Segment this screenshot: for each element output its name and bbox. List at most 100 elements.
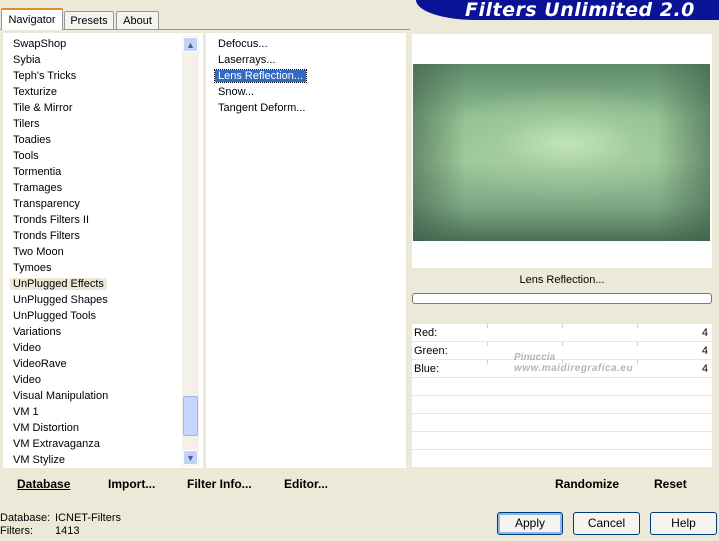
param-slider-tick (487, 342, 488, 346)
app-title: Filters Unlimited 2.0 (465, 0, 695, 21)
category-item-label: Tilers (13, 118, 40, 130)
category-item-label: UnPlugged Effects (10, 278, 107, 290)
filter-item[interactable]: Tangent Deform... (218, 100, 305, 116)
category-item-label: VideoRave (13, 358, 67, 370)
param-label: Blue: (414, 363, 440, 375)
param-label: Green: (414, 345, 448, 357)
category-item[interactable]: VM 1 (13, 404, 39, 420)
param-label: Red: (414, 327, 438, 339)
category-item[interactable]: Texturize (13, 84, 57, 100)
category-item[interactable]: Transparency (13, 196, 80, 212)
category-item[interactable]: Tymoes (13, 260, 52, 276)
scroll-down-icon[interactable]: ▼ (183, 450, 198, 465)
empty-param-row (412, 432, 712, 450)
param-value: 4 (701, 363, 708, 375)
tab-about[interactable]: About (116, 11, 159, 29)
category-item-label: Tormentia (13, 166, 62, 178)
editor-button[interactable]: Editor... (284, 476, 328, 492)
category-item[interactable]: UnPlugged Effects (10, 276, 107, 292)
param-row[interactable]: Red: 4 (412, 324, 712, 342)
category-item-label: Sybia (13, 54, 41, 66)
tab-presets[interactable]: Presets (64, 11, 114, 29)
category-scrollbar[interactable]: ▲ ▼ (182, 36, 199, 466)
watermark-url: www.maidiregrafica.eu (514, 363, 634, 374)
filter-list[interactable]: Defocus... Laserrays... Lens Reflection...… (206, 33, 406, 468)
filter-item-label: Defocus... (218, 38, 268, 50)
category-item[interactable]: Variations (13, 324, 61, 340)
category-item[interactable]: Toadies (13, 132, 51, 148)
category-item-label: UnPlugged Shapes (13, 294, 108, 306)
empty-param-row (412, 396, 712, 414)
category-item[interactable]: Tronds Filters II (13, 212, 89, 228)
progress-bar (412, 293, 712, 304)
filter-item-label: Laserrays... (218, 54, 276, 66)
cancel-button[interactable]: Cancel (573, 512, 640, 535)
param-value: 4 (701, 327, 708, 339)
param-slider-tick (637, 324, 638, 328)
status-database-value: ICNET-Filters (55, 512, 121, 524)
randomize-button[interactable]: Randomize (555, 476, 619, 492)
tab-navigator[interactable]: Navigator (1, 8, 63, 30)
category-item[interactable]: VM Extravaganza (13, 436, 100, 452)
category-item[interactable]: UnPlugged Tools (13, 308, 96, 324)
category-item-label: Variations (13, 326, 62, 338)
filter-item-label: Snow... (218, 86, 255, 98)
reset-button-label: Reset (654, 477, 687, 491)
category-item-label: UnPlugged Tools (13, 310, 96, 322)
watermark: Pinuccia www.maidiregrafica.eu (478, 352, 633, 374)
category-item[interactable]: Video (13, 372, 41, 388)
help-button[interactable]: Help (650, 512, 717, 535)
import-button[interactable]: Import... (108, 476, 155, 492)
filter-item[interactable]: Snow... (218, 84, 254, 100)
category-item[interactable]: Teph's Tricks (13, 68, 76, 84)
category-item-label: Tramages (13, 182, 63, 194)
category-item-label: Tymoes (13, 262, 52, 274)
param-slider-tick (637, 360, 638, 364)
scrollbar-thumb[interactable] (183, 396, 198, 436)
status-filters-label: Filters: (0, 525, 33, 537)
watermark-name: Pinuccia (514, 352, 556, 363)
category-item[interactable]: Two Moon (13, 244, 64, 260)
status-filters-value: 1413 (55, 525, 80, 537)
filter-item-label: Lens Reflection... (214, 69, 307, 83)
reset-button[interactable]: Reset (654, 476, 687, 492)
category-item[interactable]: VM Distortion (13, 420, 79, 436)
filter-info-button[interactable]: Filter Info... (187, 476, 252, 492)
category-item[interactable]: Tile & Mirror (13, 100, 72, 116)
category-item-label: Tronds Filters II (13, 214, 89, 226)
database-button[interactable]: Database (17, 476, 70, 492)
category-item-label: Tools (13, 150, 39, 162)
category-item[interactable]: Tronds Filters (13, 228, 80, 244)
category-item-label: Transparency (13, 198, 80, 210)
preview-vignette (413, 64, 710, 241)
category-list[interactable]: SwapShop Sybia Teph's Tricks Texturize Tile … (3, 33, 203, 468)
category-item[interactable]: Video (13, 340, 41, 356)
category-item[interactable]: VideoRave (13, 356, 67, 372)
import-button-label: Import... (108, 477, 156, 491)
param-value: 4 (701, 345, 708, 357)
category-item[interactable]: Tormentia (13, 164, 61, 180)
empty-param-row (412, 378, 712, 396)
category-item-label: Video (13, 342, 41, 354)
filter-item[interactable]: Lens Reflection... (214, 68, 307, 84)
category-item[interactable]: Tilers (13, 116, 39, 132)
category-item[interactable]: Visual Manipulation (13, 388, 108, 404)
category-item[interactable]: VM Stylize (13, 452, 65, 468)
category-item[interactable]: Tramages (13, 180, 62, 196)
filter-info-button-label: Filter Info... (187, 477, 252, 491)
category-item-label: Visual Manipulation (13, 390, 109, 402)
filter-item-label: Tangent Deform... (218, 102, 306, 114)
category-item[interactable]: Tools (13, 148, 39, 164)
scroll-up-icon[interactable]: ▲ (183, 37, 198, 52)
apply-button[interactable]: Apply (497, 512, 563, 535)
category-item[interactable]: Sybia (13, 52, 41, 68)
category-item[interactable]: SwapShop (13, 36, 66, 52)
filter-name-label: Lens Reflection... (519, 274, 605, 286)
category-item-label: Two Moon (13, 246, 64, 258)
category-item-label: VM Distortion (13, 422, 80, 434)
param-slider-tick (562, 324, 563, 328)
filter-item[interactable]: Defocus... (218, 36, 268, 52)
category-item-label: Tile & Mirror (13, 102, 73, 114)
category-item[interactable]: UnPlugged Shapes (13, 292, 108, 308)
filter-item[interactable]: Laserrays... (218, 52, 275, 68)
